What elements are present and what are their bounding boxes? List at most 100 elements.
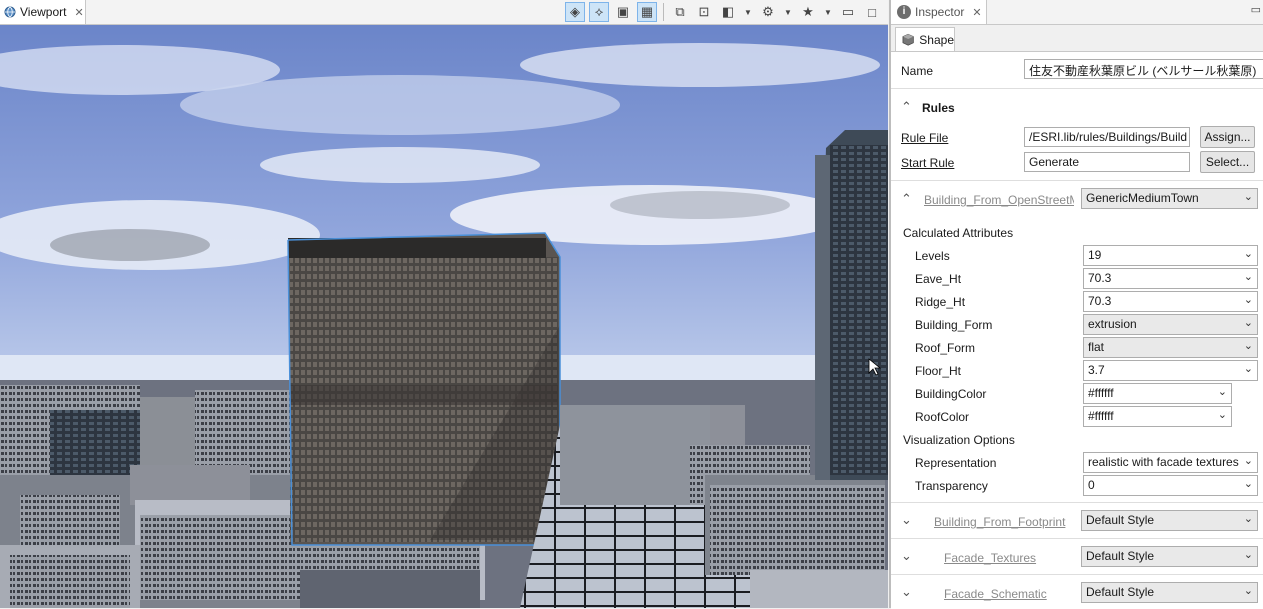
toolbar-separator: [663, 3, 664, 21]
transparency-label: Transparency: [915, 479, 988, 493]
group-building-from-osm[interactable]: Building_From_OpenStreetM: [924, 193, 1074, 207]
viewport-globe-icon: [4, 6, 16, 18]
attr-value: 70.3: [1088, 271, 1112, 285]
chevron-down-icon: ⌄: [1243, 363, 1253, 375]
osm-style-value: GenericMediumTown: [1086, 191, 1199, 205]
transparency-select[interactable]: 0 ⌄: [1083, 475, 1258, 496]
representation-select[interactable]: realistic with facade textures ⌄: [1083, 452, 1258, 473]
chevron-up-icon[interactable]: ⌃: [901, 99, 912, 115]
cube-icon: [902, 33, 914, 46]
attr-value: #ffffff: [1088, 386, 1114, 400]
attr-ridge-ht-label: Ridge_Ht: [915, 295, 966, 309]
representation-label: Representation: [915, 456, 997, 470]
attr-roof-form-select[interactable]: flat ⌄: [1083, 337, 1258, 358]
maximize-icon[interactable]: □: [862, 2, 882, 22]
divider: [891, 88, 1263, 89]
visualization-options-header: Visualization Options: [903, 433, 1015, 447]
gear-icon[interactable]: ⚙: [758, 2, 778, 22]
info-icon: i: [897, 5, 911, 19]
3d-scene-view[interactable]: [0, 25, 888, 608]
viewport-tabbar: Viewport ✕ ◈ ⟡ ▣ ▦ ⧉ ⊡ ◧ ▼ ⚙ ▼ ★ ▼ ▭ □: [0, 0, 888, 25]
city-scene-render: [0, 25, 888, 608]
group-building-from-footprint[interactable]: Building_From_Footprint: [934, 515, 1065, 529]
tab-inspector-label: Inspector: [915, 5, 965, 19]
inspector-window-buttons: ▭: [1251, 3, 1261, 16]
viewport-toolbar: ◈ ⟡ ▣ ▦ ⧉ ⊡ ◧ ▼ ⚙ ▼ ★ ▼ ▭ □: [565, 2, 882, 22]
start-rule-field[interactable]: Generate: [1024, 152, 1190, 172]
style-value: Default Style: [1086, 513, 1155, 527]
chevron-down-icon: ⌄: [1243, 549, 1253, 561]
attr-floor-ht-label: Floor_Ht: [915, 364, 962, 378]
footprint-style-select[interactable]: Default Style ⌄: [1081, 510, 1258, 531]
textured-icon[interactable]: ▦: [637, 2, 657, 22]
attr-value: 0: [1088, 478, 1095, 492]
inspector-tabbar: i Inspector ✕ ▭: [891, 0, 1263, 25]
camera-bookmark-icon[interactable]: ⧉: [670, 2, 690, 22]
chevron-down-icon: ⌄: [1217, 386, 1227, 398]
attr-levels-select[interactable]: 19 ⌄: [1083, 245, 1258, 266]
attr-value: realistic with facade textures: [1088, 455, 1239, 469]
star-icon[interactable]: ★: [798, 2, 818, 22]
attr-value: 3.7: [1088, 363, 1105, 377]
snapshot-icon[interactable]: ⊡: [694, 2, 714, 22]
divider: [891, 574, 1263, 575]
close-icon[interactable]: ✕: [972, 6, 981, 19]
style-value: Default Style: [1086, 585, 1155, 599]
minimize-icon[interactable]: ▭: [838, 2, 858, 22]
attr-floor-ht-select[interactable]: 3.7 ⌄: [1083, 360, 1258, 381]
attr-building-color-select[interactable]: #ffffff ⌄: [1083, 383, 1232, 404]
attr-building-form-label: Building_Form: [915, 318, 993, 332]
chevron-down-icon: ⌄: [1217, 409, 1227, 421]
start-rule-label[interactable]: Start Rule: [901, 156, 954, 170]
inspector-panel: i Inspector ✕ ▭ Shape Name 住友不動産秋葉原ビル (ベ…: [889, 0, 1263, 609]
attr-building-color-label: BuildingColor: [915, 387, 987, 401]
layers-icon[interactable]: ◈: [565, 2, 585, 22]
chevron-down-icon: ⌄: [1243, 294, 1253, 306]
attr-ridge-ht-select[interactable]: 70.3 ⌄: [1083, 291, 1258, 312]
chevron-down-icon[interactable]: ▼: [822, 2, 834, 22]
chevron-down-icon: ⌄: [1243, 317, 1253, 329]
attr-value: 70.3: [1088, 294, 1112, 308]
chevron-down-icon: ⌄: [1243, 513, 1253, 525]
attr-eave-ht-select[interactable]: 70.3 ⌄: [1083, 268, 1258, 289]
group-facade-textures[interactable]: Facade_Textures: [944, 551, 1036, 565]
video-camera-icon[interactable]: ◧: [718, 2, 738, 22]
chevron-down-icon[interactable]: ⌄: [901, 584, 912, 600]
facade-schematic-style-select[interactable]: Default Style ⌄: [1081, 582, 1258, 603]
chevron-up-icon[interactable]: ⌃: [901, 191, 912, 207]
tab-shape-label: Shape: [919, 32, 954, 47]
tab-viewport-label: Viewport: [20, 5, 67, 19]
tab-inspector[interactable]: i Inspector ✕: [891, 0, 987, 24]
attr-value: #ffffff: [1088, 409, 1114, 423]
tab-shape[interactable]: Shape: [895, 27, 955, 51]
osm-style-select[interactable]: GenericMediumTown ⌄: [1081, 188, 1258, 209]
chevron-down-icon: ⌄: [1243, 271, 1253, 283]
tab-viewport[interactable]: Viewport ✕: [0, 0, 86, 24]
facade-textures-style-select[interactable]: Default Style ⌄: [1081, 546, 1258, 567]
attr-roof-form-label: Roof_Form: [915, 341, 976, 355]
chevron-down-icon[interactable]: ⌄: [901, 512, 912, 528]
divider: [891, 180, 1263, 181]
chevron-down-icon: ⌄: [1243, 455, 1253, 467]
shaded-icon[interactable]: ▣: [613, 2, 633, 22]
chevron-down-icon[interactable]: ▼: [742, 2, 754, 22]
group-facade-schematic[interactable]: Facade_Schematic: [944, 587, 1047, 601]
select-button[interactable]: Select...: [1200, 151, 1255, 173]
chevron-down-icon[interactable]: ▼: [782, 2, 794, 22]
calculated-attributes-header: Calculated Attributes: [903, 226, 1014, 240]
chevron-down-icon: ⌄: [1243, 191, 1253, 203]
close-icon[interactable]: ✕: [74, 6, 83, 19]
minimize-icon[interactable]: ▭: [1251, 3, 1261, 16]
name-field[interactable]: 住友不動産秋葉原ビル (ベルサール秋葉原): [1024, 59, 1263, 79]
divider: [891, 502, 1263, 503]
chevron-down-icon[interactable]: ⌄: [901, 548, 912, 564]
rule-file-label[interactable]: Rule File: [901, 131, 948, 145]
chevron-down-icon: ⌄: [1243, 585, 1253, 597]
divider: [891, 538, 1263, 539]
attr-roof-color-select[interactable]: #ffffff ⌄: [1083, 406, 1232, 427]
assign-button[interactable]: Assign...: [1200, 126, 1255, 148]
attr-building-form-select[interactable]: extrusion ⌄: [1083, 314, 1258, 335]
rule-file-field[interactable]: /ESRI.lib/rules/Buildings/Build: [1024, 127, 1190, 147]
viewport-panel: Viewport ✕ ◈ ⟡ ▣ ▦ ⧉ ⊡ ◧ ▼ ⚙ ▼ ★ ▼ ▭ □: [0, 0, 888, 608]
wireframe-icon[interactable]: ⟡: [589, 2, 609, 22]
